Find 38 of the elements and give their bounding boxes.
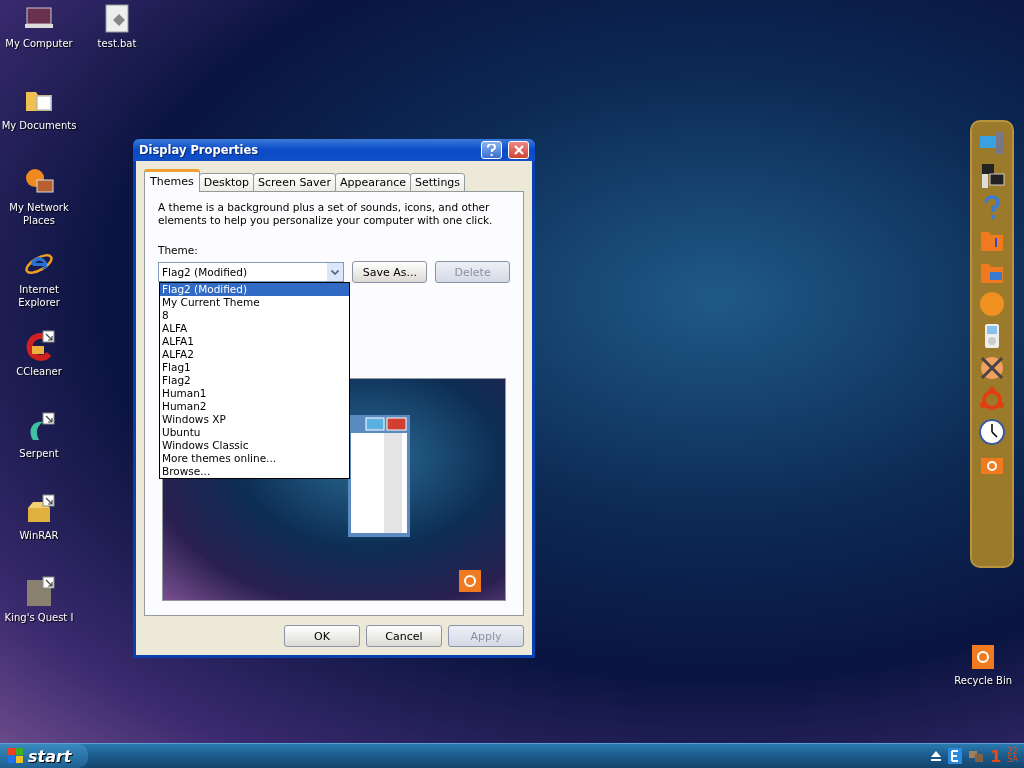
desktop-icon-label[interactable]: My Network Places (0, 201, 78, 227)
desktop-icon-label[interactable]: test.bat (97, 37, 137, 50)
theme-action-button[interactable]: Save As... (352, 261, 428, 283)
theme-dropdown[interactable]: Flag2 (Modified) (158, 262, 345, 282)
clock-minutes: 22 (1007, 748, 1018, 756)
start-button[interactable]: start (0, 744, 88, 768)
window-title: Display Properties (139, 143, 259, 157)
desktop-icon-label[interactable]: My Computer (5, 37, 73, 50)
dialog-button[interactable]: Cancel (366, 625, 442, 647)
desktop-icon-label[interactable]: Recycle Bin (954, 674, 1012, 687)
tab[interactable]: Themes (144, 169, 200, 192)
tools-icon[interactable] (978, 354, 1006, 382)
desktop-icon-label[interactable]: Internet Explorer (0, 283, 78, 309)
desktop-icon-label[interactable]: My Documents (1, 119, 77, 132)
clock-period: SA (1007, 756, 1018, 764)
clock-icon[interactable] (978, 418, 1006, 446)
dialog-button[interactable]: OK (284, 625, 360, 647)
eject-icon[interactable] (930, 750, 943, 762)
question-mark-icon (487, 144, 496, 156)
close-icon (513, 145, 524, 155)
dropdown-option[interactable]: Flag2 (Modified) (160, 283, 349, 296)
tab[interactable]: Settings (409, 173, 466, 192)
description-text: A theme is a background plus a set of sounds, icons, and other elements to help you personalize your computer with one click. (158, 201, 494, 227)
help-button[interactable] (481, 141, 502, 159)
tab[interactable]: Screen Saver (253, 173, 336, 192)
windows-logo-icon (8, 748, 24, 764)
close-button[interactable] (508, 141, 529, 159)
tab[interactable]: Appearance (334, 173, 411, 192)
chevron-down-icon (331, 269, 340, 275)
desktop-icon-label[interactable]: Serpent (19, 447, 59, 460)
network-icon[interactable] (968, 749, 985, 763)
theme-label: Theme: (158, 244, 199, 256)
letter-e-icon[interactable] (948, 748, 963, 764)
tab[interactable]: Desktop (198, 173, 255, 192)
desktop-icon-label[interactable]: WinRAR (19, 529, 59, 542)
desktop-icon-label[interactable]: CCleaner (16, 365, 62, 378)
desktop-icon-label[interactable]: King's Quest I (4, 611, 74, 624)
clock-hour: 1 (990, 746, 1002, 766)
